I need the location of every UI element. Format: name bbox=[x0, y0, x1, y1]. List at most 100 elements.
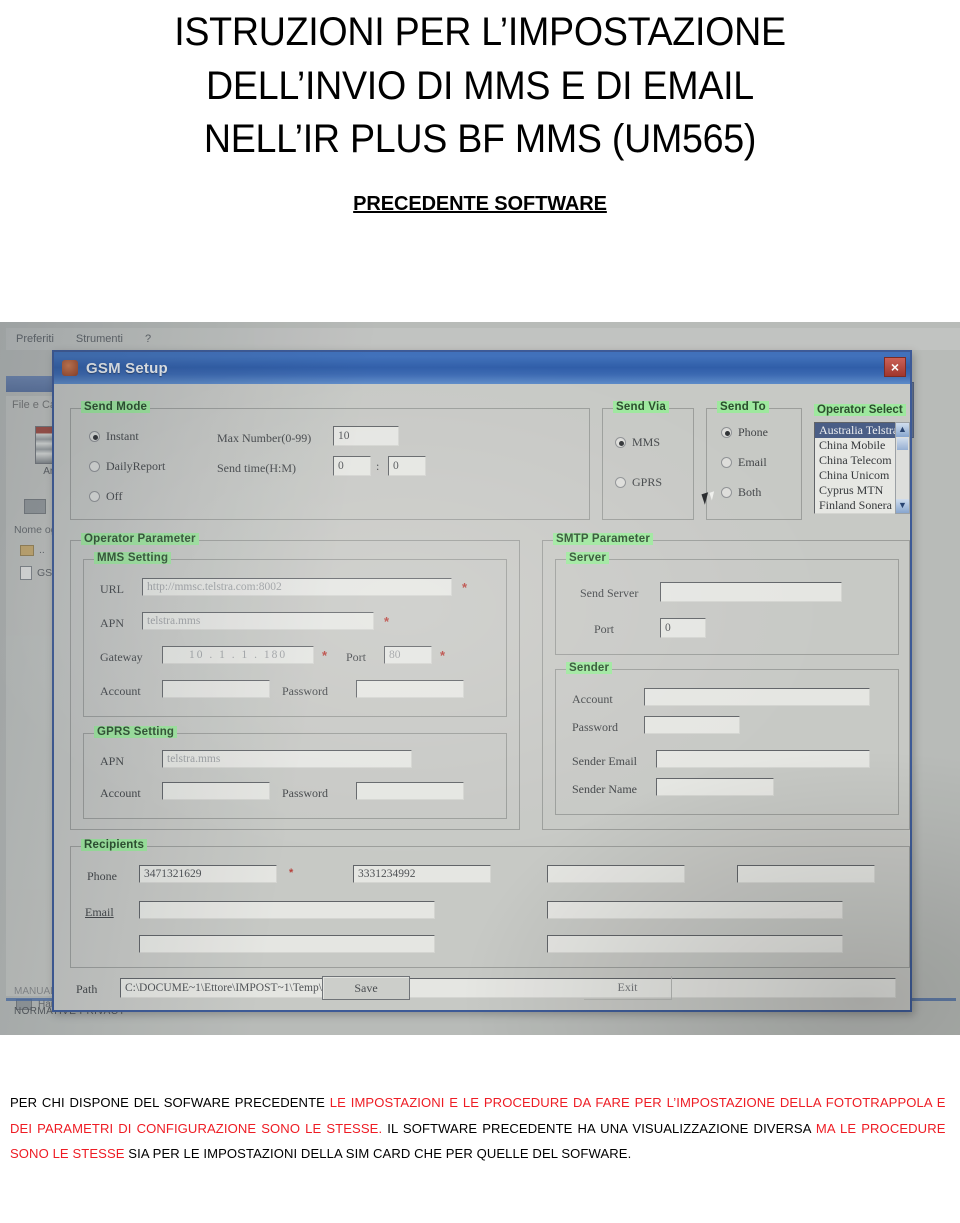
email-input-3[interactable] bbox=[139, 935, 435, 953]
mms-port-input[interactable]: 80 bbox=[384, 646, 432, 664]
mms-setting-legend: MMS Setting bbox=[94, 552, 172, 564]
radio-dailyreport-label: DailyReport bbox=[106, 459, 166, 473]
smtp-sender-legend: Sender bbox=[566, 662, 613, 674]
mms-password-label: Password bbox=[282, 684, 329, 698]
mms-password-input[interactable] bbox=[356, 680, 464, 698]
page-title-line-2: DELL’INVIO DI MMS E DI EMAIL bbox=[206, 63, 754, 108]
radio-dailyreport[interactable]: DailyReport bbox=[89, 459, 165, 474]
sender-name-label: Sender Name bbox=[572, 782, 637, 796]
send-server-label: Send Server bbox=[580, 586, 639, 600]
dialog-titlebar[interactable]: GSM Setup × bbox=[54, 352, 910, 384]
gprs-password-label: Password bbox=[282, 786, 329, 800]
send-mode-group: Send Mode Instant DailyReport Off Max Nu… bbox=[70, 401, 590, 520]
sender-account-input[interactable] bbox=[644, 688, 870, 706]
tree-item-parent-label: .. bbox=[39, 544, 45, 556]
radio-phone[interactable]: Phone bbox=[721, 425, 768, 440]
path-label: Path bbox=[76, 982, 98, 996]
radio-off-label: Off bbox=[106, 489, 123, 503]
sender-password-label: Password bbox=[572, 720, 619, 734]
sender-email-input[interactable] bbox=[656, 750, 870, 768]
mms-apn-required-marker: * bbox=[384, 614, 390, 629]
sender-password-input[interactable] bbox=[644, 716, 740, 734]
send-via-group: Send Via MMS GPRS bbox=[602, 401, 694, 520]
smtp-server-legend: Server bbox=[566, 552, 610, 564]
explorer-menubar[interactable]: Preferiti Strumenti ? bbox=[6, 328, 960, 350]
mms-setting-group: MMS Setting URL http://mmsc.telstra.com:… bbox=[83, 552, 507, 717]
page-subtitle: PRECEDENTE SOFTWARE bbox=[353, 192, 607, 215]
phone-input-3[interactable] bbox=[547, 865, 685, 883]
radio-instant[interactable]: Instant bbox=[89, 429, 139, 444]
radio-gprs[interactable]: GPRS bbox=[615, 475, 662, 490]
app-icon bbox=[62, 360, 78, 376]
email-input-4[interactable] bbox=[547, 935, 843, 953]
scrollbar-thumb[interactable] bbox=[897, 438, 908, 450]
gprs-password-input[interactable] bbox=[356, 782, 464, 800]
folder-icon bbox=[20, 544, 34, 556]
mms-apn-input[interactable]: telstra.mms bbox=[142, 612, 374, 630]
max-number-label: Max Number(0-99) bbox=[217, 431, 312, 445]
send-time-minute-input[interactable]: 0 bbox=[388, 456, 426, 476]
gprs-account-label: Account bbox=[100, 786, 141, 800]
document-header: ISTRUZIONI PER L’IMPOSTAZIONE DELL’INVIO… bbox=[0, 0, 960, 216]
radio-dot-icon bbox=[615, 477, 626, 488]
mms-url-label: URL bbox=[100, 582, 124, 596]
radio-off[interactable]: Off bbox=[89, 489, 122, 504]
smtp-port-input[interactable]: 0 bbox=[660, 618, 706, 638]
menu-item-strumenti[interactable]: Strumenti bbox=[76, 333, 123, 345]
recipients-legend: Recipients bbox=[81, 839, 148, 851]
sender-account-label: Account bbox=[572, 692, 613, 706]
screenshot-photo: Preferiti Strumenti ? File e Cartelle Ar… bbox=[0, 322, 960, 1035]
operator-list-scrollbar[interactable]: ▲ ▼ bbox=[895, 422, 910, 514]
menu-item-preferiti[interactable]: Preferiti bbox=[16, 333, 54, 345]
radio-both[interactable]: Both bbox=[721, 485, 761, 500]
tree-item-parent[interactable]: .. bbox=[20, 544, 45, 556]
gprs-apn-label: APN bbox=[100, 754, 125, 768]
paragraph-segment-3: IL SOFTWARE PRECEDENTE HA UNA VISUALIZZA… bbox=[382, 1120, 816, 1136]
mms-port-required-marker: * bbox=[440, 648, 446, 663]
gprs-apn-input[interactable]: telstra.mms bbox=[162, 750, 412, 768]
radio-gprs-label: GPRS bbox=[632, 475, 663, 489]
gprs-account-input[interactable] bbox=[162, 782, 270, 800]
send-time-hour-input[interactable]: 0 bbox=[333, 456, 371, 476]
mms-gateway-input[interactable]: 10 . 1 . 1 . 180 bbox=[162, 646, 314, 664]
radio-mms[interactable]: MMS bbox=[615, 435, 660, 450]
smtp-server-group: Server Send Server Port 0 bbox=[555, 552, 899, 655]
close-icon[interactable]: × bbox=[884, 357, 906, 377]
mms-account-input[interactable] bbox=[162, 680, 270, 698]
radio-dot-icon bbox=[615, 437, 626, 448]
mms-url-required-marker: * bbox=[462, 580, 468, 595]
scroll-down-icon[interactable]: ▼ bbox=[896, 499, 909, 513]
sender-name-input[interactable] bbox=[656, 778, 774, 796]
smtp-sender-group: Sender Account Password Sender Email Sen… bbox=[555, 662, 899, 815]
email-input-1[interactable] bbox=[139, 901, 435, 919]
send-server-input[interactable] bbox=[660, 582, 842, 602]
send-to-legend: Send To bbox=[717, 401, 769, 413]
radio-phone-label: Phone bbox=[738, 425, 768, 439]
operator-parameter-legend: Operator Parameter bbox=[81, 533, 199, 545]
document-icon bbox=[20, 566, 32, 580]
send-time-label: Send time(H:M) bbox=[217, 461, 296, 475]
operator-parameter-group: Operator Parameter MMS Setting URL http:… bbox=[70, 533, 520, 830]
radio-both-label: Both bbox=[738, 485, 762, 499]
mms-account-label: Account bbox=[100, 684, 141, 698]
mms-apn-label: APN bbox=[100, 616, 125, 630]
paragraph-segment-1: PER CHI DISPONE DEL SOFWARE PRECEDENTE bbox=[10, 1095, 330, 1110]
dialog-title: GSM Setup bbox=[86, 359, 168, 377]
save-button[interactable]: Save bbox=[322, 976, 410, 1000]
exit-button[interactable]: Exit bbox=[584, 976, 672, 1000]
mms-url-input[interactable]: http://mmsc.telstra.com:8002 bbox=[142, 578, 452, 596]
radio-mms-label: MMS bbox=[632, 435, 661, 449]
paragraph-segment-5: SIA PER LE IMPOSTAZIONI DELLA SIM CARD C… bbox=[124, 1146, 632, 1162]
max-number-input[interactable]: 10 bbox=[333, 426, 399, 446]
mms-gateway-required-marker: * bbox=[322, 648, 328, 663]
scroll-up-icon[interactable]: ▲ bbox=[896, 423, 909, 437]
radio-email[interactable]: Email bbox=[721, 455, 767, 470]
radio-dot-icon bbox=[721, 487, 732, 498]
path-input[interactable]: C:\DOCUME~1\Ettore\IMPOST~1\Temp\RarSEX0… bbox=[120, 978, 896, 998]
phone-input-1[interactable]: 3471321629 bbox=[139, 865, 277, 883]
menu-item-help[interactable]: ? bbox=[145, 333, 151, 345]
phone-input-2[interactable]: 3331234992 bbox=[353, 865, 491, 883]
page-title-line-3: NELL’IR PLUS BF MMS (UM565) bbox=[203, 117, 757, 162]
phone-input-4[interactable] bbox=[737, 865, 875, 883]
email-input-2[interactable] bbox=[547, 901, 843, 919]
